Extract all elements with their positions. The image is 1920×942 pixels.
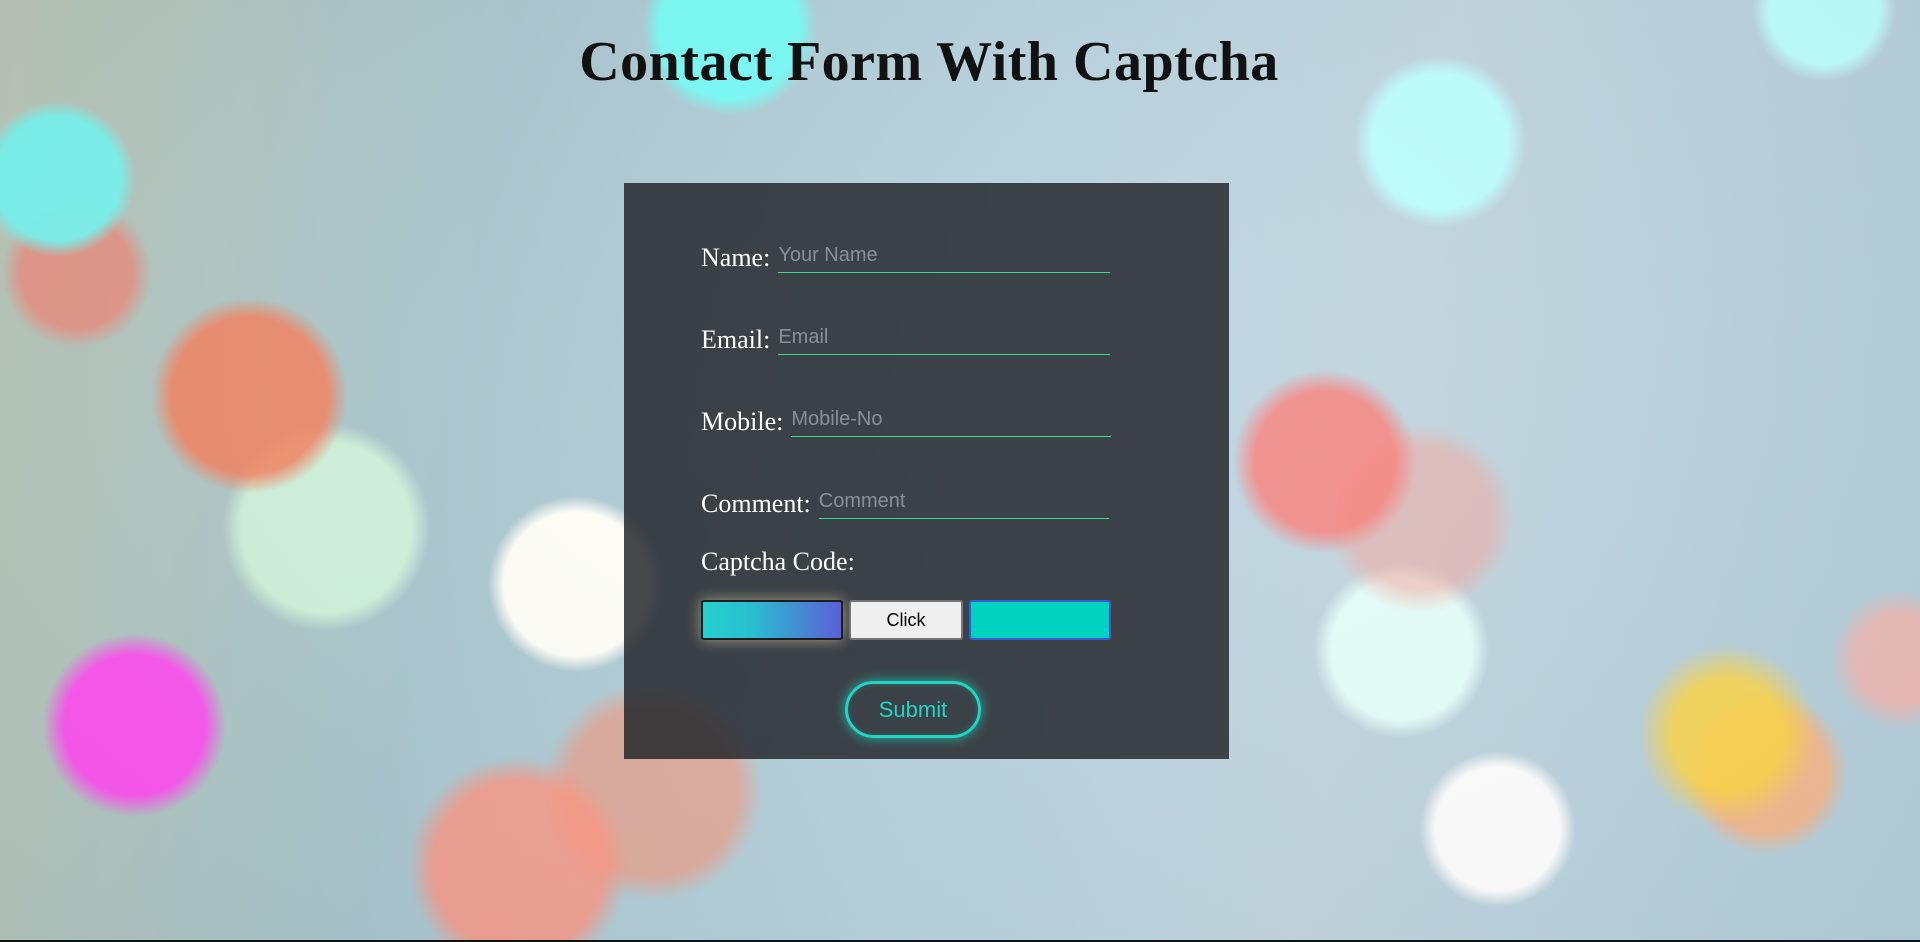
contact-form: Name: Email: Mobile: Comment: Captcha Co…: [624, 183, 1229, 759]
name-label: Name:: [701, 243, 771, 272]
email-input[interactable]: [778, 322, 1111, 355]
mobile-label: Mobile:: [701, 407, 784, 436]
email-label: Email:: [701, 325, 771, 354]
submit-button[interactable]: Submit: [845, 681, 981, 738]
comment-row: Comment:: [701, 486, 1109, 519]
comment-input[interactable]: [818, 486, 1109, 519]
captcha-label: Captcha Code:: [701, 547, 855, 576]
name-input[interactable]: [778, 240, 1111, 273]
comment-label: Comment:: [701, 489, 811, 518]
captcha-input[interactable]: [969, 600, 1111, 640]
page-title: Contact Form With Captcha: [579, 31, 1279, 93]
captcha-code-display: [701, 600, 843, 640]
name-row: Name:: [701, 240, 1111, 273]
mobile-row: Mobile:: [701, 404, 1112, 437]
email-row: Email:: [701, 322, 1111, 355]
captcha-refresh-button[interactable]: Click: [849, 600, 963, 640]
mobile-input[interactable]: [791, 404, 1112, 437]
